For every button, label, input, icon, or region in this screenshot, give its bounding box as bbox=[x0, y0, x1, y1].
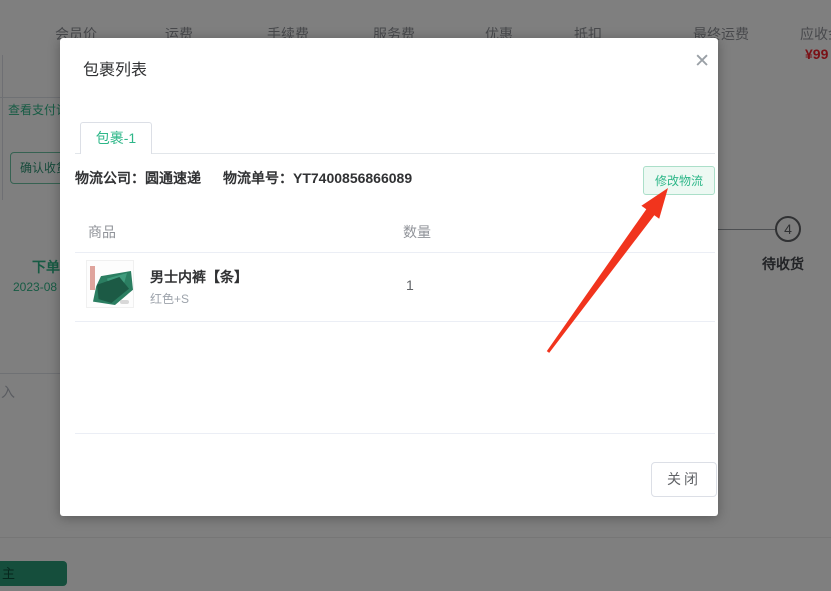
table-header-quantity: 数量 bbox=[403, 222, 431, 242]
tracking-number-label: 物流单号： bbox=[223, 170, 293, 186]
tracking-number-value: YT7400856866089 bbox=[293, 170, 412, 186]
close-button[interactable]: 关闭 bbox=[651, 462, 717, 497]
dialog-title: 包裹列表 bbox=[83, 56, 147, 80]
screen: 会员价 运费 手续费 服务费 优惠 抵扣 最终运费 应收金额 ¥99 查看支付记… bbox=[0, 0, 831, 591]
product-quantity: 1 bbox=[406, 277, 414, 293]
table-header-product: 商品 bbox=[88, 222, 116, 242]
logistics-info: 物流公司：圆通速递 物流单号：YT7400856866089 bbox=[75, 168, 412, 188]
logistics-company-value: 圆通速递 bbox=[145, 170, 201, 186]
logistics-company-label: 物流公司： bbox=[75, 170, 145, 186]
product-thumbnail bbox=[86, 260, 134, 308]
tab-bar-border bbox=[75, 153, 715, 154]
tab-package-1[interactable]: 包裹-1 bbox=[80, 122, 152, 154]
table-header-border bbox=[75, 252, 715, 253]
package-list-dialog: 包裹列表 ✕ 包裹-1 物流公司：圆通速递 物流单号：YT740085686608… bbox=[60, 38, 718, 516]
product-name: 男士内裤【条】 bbox=[150, 267, 248, 287]
product-spec: 红色+S bbox=[150, 290, 189, 307]
close-icon[interactable]: ✕ bbox=[694, 52, 710, 71]
edit-logistics-button[interactable]: 修改物流 bbox=[643, 166, 715, 195]
table-bottom-border bbox=[75, 433, 715, 434]
table-row-border bbox=[75, 321, 715, 322]
